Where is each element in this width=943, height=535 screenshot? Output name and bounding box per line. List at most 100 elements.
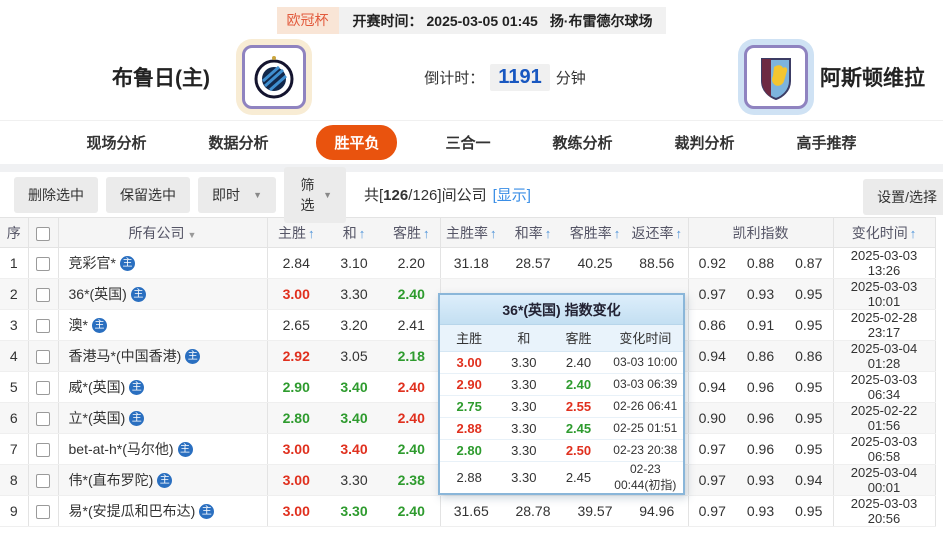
company-cell[interactable]: 竞彩官* 主 [58,247,268,279]
odds-draw-cell[interactable]: 3.30 [325,495,383,527]
change-time-cell: 2025-03-03 20:56 [833,495,936,527]
tab-live-analysis[interactable]: 现场分析 [72,125,160,160]
away-team: 阿斯顿维拉 [743,45,925,109]
col-pct-draw[interactable]: 和率 ↑ [502,217,564,248]
row-checkbox[interactable] [36,350,50,365]
settings-button[interactable]: 设置/选择 [863,179,943,215]
col-change-time[interactable]: 变化时间 ↑ [833,217,936,248]
row-checkbox[interactable] [36,381,50,396]
col-no: 序 [0,217,29,248]
company-name: 澳* [68,317,88,333]
sort-up-icon: ↑ [675,225,683,241]
row-checkbox[interactable] [36,412,50,427]
col-odds-away-label: 客胜 [393,224,421,241]
odds-away-cell[interactable]: 2.40 [383,495,441,527]
company-cell[interactable]: 36*(英国) 主 [58,278,268,310]
company-cell[interactable]: 伟*(直布罗陀) 主 [58,464,268,496]
popup-odds-draw: 3.30 [511,469,537,485]
col-odds-away[interactable]: 客胜 ↑ [383,217,441,248]
away-team-name: 阿斯顿维拉 [819,67,925,90]
company-count: 共[126/126]间公司 [364,184,487,205]
popup-odds-draw: 3.30 [498,373,550,396]
tab-three-in-one[interactable]: 三合一 [431,125,504,160]
odds-draw-cell[interactable]: 3.40 [325,402,383,434]
odds-draw-cell[interactable]: 3.05 [325,340,383,372]
odds-draw-cell[interactable]: 3.10 [325,247,383,279]
odds-away-cell[interactable]: 2.40 [383,278,441,310]
odds-away-cell[interactable]: 2.40 [383,402,441,434]
delete-selected-button[interactable]: 删除选中 [14,176,98,213]
odds-away-cell[interactable]: 2.40 [383,433,441,465]
live-odds-dropdown[interactable]: 即时 ▼ [198,176,276,213]
row-checkbox-cell [28,495,59,527]
odds-home-cell[interactable]: 2.80 [267,402,325,434]
odds-home-cell[interactable]: 2.65 [267,309,325,341]
popup-row: 3.00 3.30 2.40 03-03 10:00 [440,351,683,374]
row-checkbox[interactable] [36,288,50,303]
popup-odds-home: 2.80 [440,439,499,462]
company-cell[interactable]: bet-at-h*(马尔他) 主 [58,433,268,465]
row-checkbox-cell [28,433,59,465]
company-cell[interactable]: 立*(英国) 主 [58,402,268,434]
popup-row: 2.75 3.30 2.55 02-26 06:41 [440,395,683,418]
kelly-away-cell: 0.95 [785,309,834,341]
kelly-away-cell: 0.95 [785,278,834,310]
company-cell[interactable]: 易*(安提瓜和巴布达) 主 [58,495,268,527]
col-pct-return[interactable]: 返还率 ↑ [626,217,689,248]
odds-away-cell[interactable]: 2.41 [383,309,441,341]
kelly-away-cell: 0.94 [785,464,834,496]
home-odds-badge-icon: 主 [91,317,107,333]
filter-dropdown[interactable]: 筛选 ▼ [284,166,346,223]
popup-odds-home: 2.75 [440,395,499,418]
odds-draw-cell[interactable]: 3.40 [325,433,383,465]
odds-home-cell[interactable]: 2.90 [267,371,325,403]
col-pct-draw-label: 和率 [514,224,543,241]
col-company[interactable]: 所有公司 ▼ [58,217,268,248]
odds-away-cell[interactable]: 2.18 [383,340,441,372]
tab-coach-analysis[interactable]: 教练分析 [539,125,627,160]
home-odds-badge-icon: 主 [177,441,193,457]
odds-home-cell[interactable]: 3.00 [267,278,325,310]
odds-home-cell[interactable]: 3.00 [267,464,325,496]
tab-data-analysis[interactable]: 数据分析 [194,125,282,160]
odds-draw-cell[interactable]: 3.40 [325,371,383,403]
col-pct-home[interactable]: 主胜率 ↑ [440,217,502,248]
popup-col-draw: 和 [498,325,550,352]
company-cell[interactable]: 香港马*(中国香港) 主 [58,340,268,372]
change-time-cell: 2025-03-03 06:34 [833,371,936,403]
col-pct-away-label: 客胜率 [569,224,612,241]
sort-up-icon: ↑ [544,225,552,241]
chevron-down-icon: ▼ [253,189,262,200]
popup-odds-home: 2.88 [440,417,499,440]
odds-home-cell[interactable]: 2.84 [267,247,325,279]
odds-away-cell[interactable]: 2.40 [383,371,441,403]
row-checkbox[interactable] [36,319,50,334]
odds-home-cell[interactable]: 2.92 [267,340,325,372]
odds-draw-cell[interactable]: 3.30 [325,464,383,496]
odds-home-cell[interactable]: 3.00 [267,495,325,527]
row-no: 9 [0,495,29,527]
row-checkbox[interactable] [36,257,50,272]
odds-draw-cell[interactable]: 3.30 [325,278,383,310]
select-all-checkbox[interactable] [36,226,50,241]
row-checkbox[interactable] [36,474,50,489]
odds-away-cell[interactable]: 2.20 [383,247,441,279]
show-link[interactable]: [显示] [493,184,531,205]
odds-draw-cell[interactable]: 3.20 [325,309,383,341]
tab-expert-picks[interactable]: 高手推荐 [783,125,871,160]
odds-home-cell[interactable]: 3.00 [267,433,325,465]
tab-win-draw-lose[interactable]: 胜平负 [316,125,398,160]
countdown-unit: 分钟 [555,69,586,87]
company-cell[interactable]: 澳* 主 [58,309,268,341]
company-cell[interactable]: 威*(英国) 主 [58,371,268,403]
match-info-strip: 欧冠杯 开赛时间： 2025-03-05 01:45 扬·布雷德尔球场 [0,7,943,34]
popup-change-time: 03-03 10:00 [607,351,683,374]
col-pct-away[interactable]: 客胜率 ↑ [564,217,626,248]
row-checkbox[interactable] [36,505,50,520]
popup-row: 2.80 3.30 2.50 02-23 20:38 [440,439,683,462]
tab-referee-analysis[interactable]: 裁判分析 [661,125,749,160]
divider-strip [0,164,943,172]
odds-away-cell[interactable]: 2.38 [383,464,441,496]
keep-selected-button[interactable]: 保留选中 [106,176,190,213]
row-checkbox[interactable] [36,443,50,458]
